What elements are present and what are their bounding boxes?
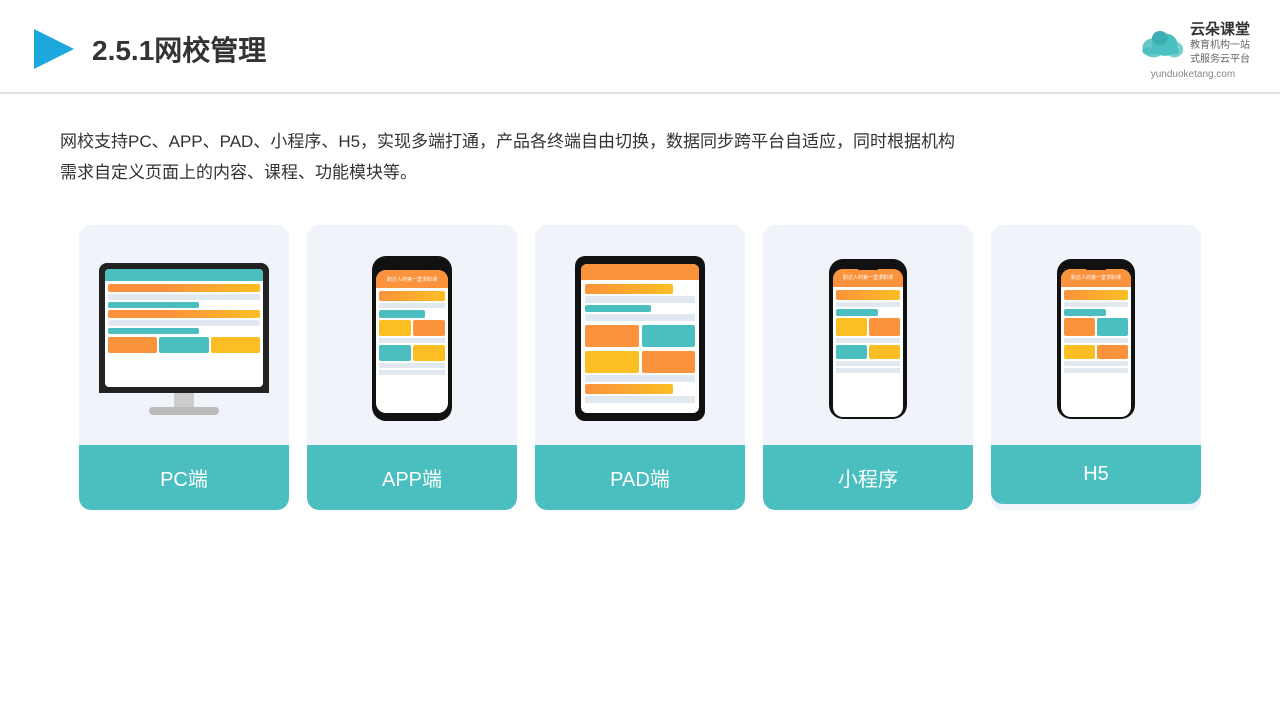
card-h5-image: 职达人的第一堂求职课 xyxy=(991,225,1201,445)
card-pad-label: PAD端 xyxy=(535,445,745,510)
card-h5-label: H5 xyxy=(991,445,1201,504)
card-app-image: 职达人的第一堂求职课 xyxy=(307,225,517,445)
brand-name: 云朵课堂 xyxy=(1190,18,1250,39)
description-line2: 需求自定义页面上的内容、课程、功能模块等。 xyxy=(60,163,417,182)
card-pc-image xyxy=(79,225,289,445)
h5-mockup: 职达人的第一堂求职课 xyxy=(1057,259,1135,419)
description-text: 网校支持PC、APP、PAD、小程序、H5，实现多端打通，产品各终端自由切换，数… xyxy=(0,94,1280,189)
card-app-label: APP端 xyxy=(307,445,517,510)
pad-mockup xyxy=(575,256,705,421)
page-title: 2.5.1网校管理 xyxy=(92,29,266,69)
card-pad: PAD端 xyxy=(535,225,745,510)
pc-mockup xyxy=(99,263,269,415)
card-pc: PC端 xyxy=(79,225,289,510)
card-miniapp-image: 职达人的第一堂求职课 xyxy=(763,225,973,445)
brand-info: 云朵课堂 教育机构一站 式服务云平台 xyxy=(1190,18,1250,67)
app-mockup: 职达人的第一堂求职课 xyxy=(372,256,452,421)
cloud-icon xyxy=(1136,26,1184,60)
brand-logo: 云朵课堂 教育机构一站 式服务云平台 xyxy=(1136,18,1250,67)
logo-play-icon xyxy=(30,25,78,73)
card-pad-image xyxy=(535,225,745,445)
brand-tagline: 教育机构一站 式服务云平台 xyxy=(1190,39,1250,67)
header-right: 云朵课堂 教育机构一站 式服务云平台 yunduoketang.com xyxy=(1136,18,1250,80)
card-h5: 职达人的第一堂求职课 xyxy=(991,225,1201,510)
header-left: 2.5.1网校管理 xyxy=(30,25,266,73)
card-app: 职达人的第一堂求职课 xyxy=(307,225,517,510)
description-line1: 网校支持PC、APP、PAD、小程序、H5，实现多端打通，产品各终端自由切换，数… xyxy=(60,132,955,151)
card-miniapp: 职达人的第一堂求职课 xyxy=(763,225,973,510)
card-miniapp-label: 小程序 xyxy=(763,445,973,510)
brand-url: yunduoketang.com xyxy=(1151,69,1236,80)
card-pc-label: PC端 xyxy=(79,445,289,510)
cards-area: PC端 职达人的第一堂求职课 xyxy=(0,189,1280,510)
miniapp-mockup: 职达人的第一堂求职课 xyxy=(829,259,907,419)
header: 2.5.1网校管理 云朵课堂 教育机构一站 式服务云平台 yunduoketan… xyxy=(0,0,1280,94)
